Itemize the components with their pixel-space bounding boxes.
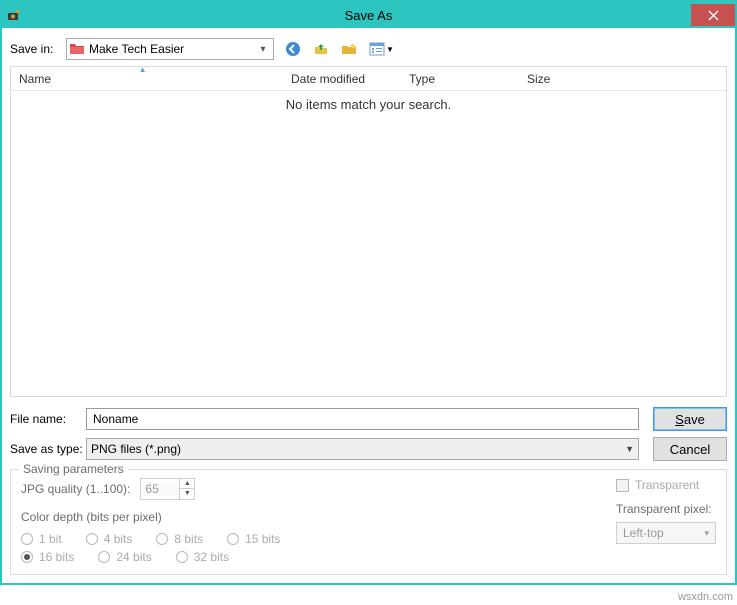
col-name[interactable]: Name ▲ xyxy=(11,67,283,90)
radio-15-bits[interactable]: 15 bits xyxy=(227,532,280,546)
radio-8-bits[interactable]: 8 bits xyxy=(156,532,203,546)
spin-up-icon[interactable]: ▲ xyxy=(180,479,194,489)
jpg-quality-spinner[interactable]: ▲ ▼ xyxy=(140,478,195,500)
checkbox-icon xyxy=(616,479,629,492)
watermark: wsxdn.com xyxy=(678,591,733,603)
column-headers: Name ▲ Date modified Type Size xyxy=(11,67,726,91)
chevron-down-icon: ▼ xyxy=(386,45,394,54)
empty-message: No items match your search. xyxy=(286,97,451,112)
radio-24-bits[interactable]: 24 bits xyxy=(98,550,151,564)
chevron-down-icon: ▼ xyxy=(625,444,634,454)
transparent-checkbox[interactable]: Transparent xyxy=(616,478,716,492)
col-date[interactable]: Date modified xyxy=(283,67,401,90)
transparent-pixel-value: Left-top xyxy=(623,526,704,540)
radio-label: 16 bits xyxy=(39,550,74,564)
file-type-value: PNG files (*.png) xyxy=(91,442,625,456)
radio-icon xyxy=(21,533,33,545)
radio-icon xyxy=(21,551,33,563)
radio-32-bits[interactable]: 32 bits xyxy=(176,550,229,564)
file-type-label: Save as type: xyxy=(10,442,86,456)
col-size[interactable]: Size xyxy=(519,67,599,90)
back-button[interactable] xyxy=(282,38,304,60)
views-button[interactable]: ▼ xyxy=(366,38,397,60)
save-in-row: Save in: Make Tech Easier ▾ xyxy=(10,38,727,60)
radio-icon xyxy=(86,533,98,545)
group-legend: Saving parameters xyxy=(19,462,128,476)
radio-label: 24 bits xyxy=(116,550,151,564)
file-name-label: File name: xyxy=(10,412,86,426)
chevron-down-icon: ▾ xyxy=(255,44,271,55)
radio-16-bits[interactable]: 16 bits xyxy=(21,550,74,564)
jpg-quality-input[interactable] xyxy=(141,482,179,496)
radio-label: 32 bits xyxy=(194,550,229,564)
radio-label: 15 bits xyxy=(245,532,280,546)
chevron-down-icon: ▾ xyxy=(704,528,709,539)
file-name-input[interactable] xyxy=(86,408,639,430)
save-in-label: Save in: xyxy=(10,42,66,56)
cancel-button[interactable]: Cancel xyxy=(653,437,727,461)
radio-label: 8 bits xyxy=(174,532,203,546)
radio-4-bits[interactable]: 4 bits xyxy=(86,532,133,546)
radio-label: 4 bits xyxy=(104,532,133,546)
transparent-pixel-label: Transparent pixel: xyxy=(616,502,716,516)
up-one-level-button[interactable] xyxy=(310,38,332,60)
radio-1-bit[interactable]: 1 bit xyxy=(21,532,62,546)
nav-toolbar: ▼ xyxy=(282,38,397,60)
radio-label: 1 bit xyxy=(39,532,62,546)
save-in-value: Make Tech Easier xyxy=(89,42,255,56)
color-depth-radios: 1 bit 4 bits 8 bits 15 bits 16 bits 24 bits 32… xyxy=(21,532,311,564)
client-area: Save in: Make Tech Easier ▾ xyxy=(2,28,735,583)
new-folder-button[interactable] xyxy=(338,38,360,60)
window-title: Save As xyxy=(2,8,735,23)
save-button[interactable]: Save xyxy=(653,407,727,431)
radio-icon xyxy=(156,533,168,545)
col-type[interactable]: Type xyxy=(401,67,519,90)
folder-icon xyxy=(69,41,85,57)
jpg-quality-label: JPG quality (1..100): xyxy=(21,482,130,496)
transparent-pixel-combo[interactable]: Left-top ▾ xyxy=(616,522,716,544)
save-in-combo[interactable]: Make Tech Easier ▾ xyxy=(66,38,274,60)
form-area: File name: Save Save as type: PNG files … xyxy=(10,407,727,461)
title-bar: Save As xyxy=(2,2,735,28)
save-as-window: Save As Save in: Make Tech Easier ▾ xyxy=(0,0,737,585)
file-list-body: No items match your search. xyxy=(11,91,726,396)
file-list[interactable]: Name ▲ Date modified Type Size No items … xyxy=(10,66,727,397)
sort-asc-icon: ▲ xyxy=(139,66,147,74)
radio-icon xyxy=(98,551,110,563)
file-type-combo[interactable]: PNG files (*.png) ▼ xyxy=(86,438,639,460)
col-spacer xyxy=(599,67,726,90)
spin-down-icon[interactable]: ▼ xyxy=(180,489,194,499)
transparent-label: Transparent xyxy=(635,478,699,492)
saving-parameters-group: Saving parameters JPG quality (1..100): … xyxy=(10,469,727,575)
radio-icon xyxy=(227,533,239,545)
radio-icon xyxy=(176,551,188,563)
color-depth-label: Color depth (bits per pixel) xyxy=(21,510,576,524)
